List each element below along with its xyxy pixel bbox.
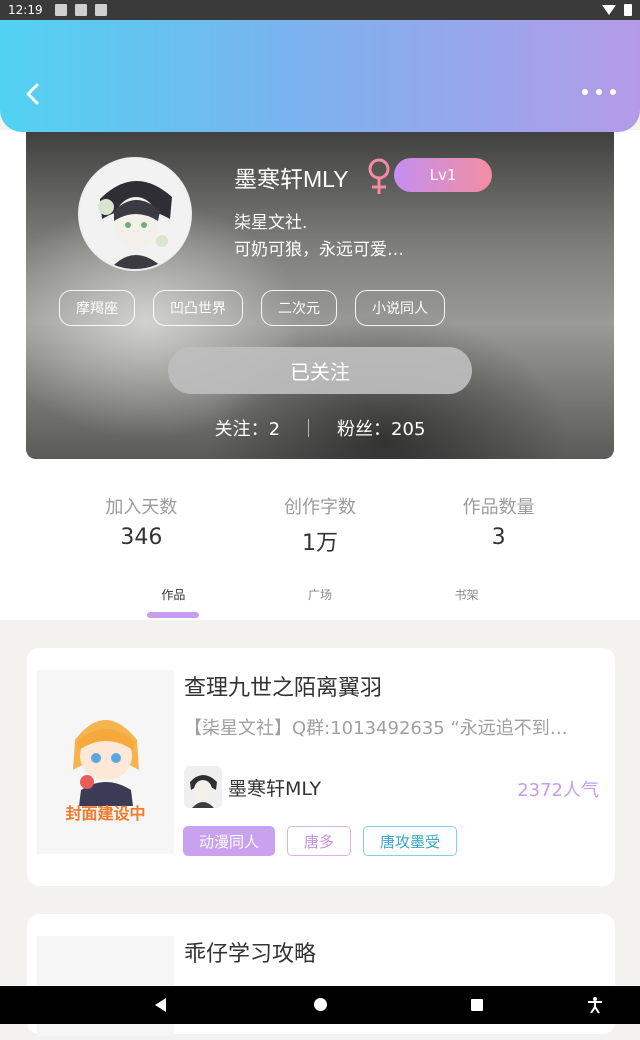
stat-value: 3 [491,525,506,550]
nav-back-icon[interactable] [155,998,166,1012]
profile-card: 墨寒轩MLY Lv1 柒星文社. 可奶可狼，永远可爱… 摩羯座 凹凸世界 二次元… [26,120,614,459]
stat-join-days: 加入天数 346 [52,459,231,581]
nav-home-icon[interactable] [314,998,327,1011]
bio-line: 可奶可狼，永远可爱… [234,240,404,260]
stat-label: 加入天数 [105,497,178,518]
status-time: 12:19 [8,3,43,17]
work-author[interactable]: 墨寒轩MLY [184,766,321,808]
work-tag[interactable]: 唐多 [287,826,352,856]
work-cover[interactable]: 封面建设中 [37,670,174,854]
work-tags: 动漫同人 唐多 唐攻墨受 [183,826,458,856]
stat-value: 346 [120,525,163,550]
follow-button[interactable]: 已关注 [168,347,472,394]
work-tag[interactable]: 动漫同人 [183,826,276,856]
more-options-button[interactable] [582,84,616,100]
profile-tags: 摩羯座 凹凸世界 二次元 小说同人 [59,290,445,326]
nav-recents-icon[interactable] [471,999,483,1011]
stat-works-count: 作品数量 3 [409,459,588,581]
profile-tag[interactable]: 摩羯座 [59,290,135,326]
author-name: 墨寒轩MLY [228,777,322,800]
avatar-image [80,159,190,269]
work-tag[interactable]: 唐攻墨受 [363,826,458,856]
tab-works[interactable]: 作品 [100,584,247,620]
active-tab-indicator [147,612,200,618]
user-nickname: 墨寒轩MLY [234,166,349,192]
chevron-left-icon [26,83,39,105]
tab-label: 广场 [308,588,333,602]
user-avatar[interactable] [78,157,192,271]
work-title[interactable]: 乖仔学习攻略 [184,936,316,968]
status-bar: 12:19 [0,0,640,20]
tab-bookshelf[interactable]: 书架 [393,584,540,620]
following-count[interactable]: 关注：2 [215,415,280,441]
more-dot-icon [582,89,588,95]
back-button[interactable] [22,82,46,106]
work-description: 【柒星文社】Q群:1013492635 “永远追不到… [184,718,568,739]
gallery-notification-icon [54,4,67,16]
content-tabs: 作品 广场 书架 [100,584,540,620]
popularity-count: 2372人气 [517,780,599,801]
accessibility-icon[interactable] [586,996,604,1014]
tab-label: 作品 [161,588,186,602]
more-dot-icon [610,89,616,95]
battery-icon [624,4,632,16]
stat-value: 1万 [302,531,338,556]
follow-counts: 关注：2 粉丝：205 [26,415,614,441]
author-avatar [184,766,222,808]
fans-count[interactable]: 粉丝：205 [337,415,425,441]
user-bio: 柒星文社. 可奶可狼，永远可爱… [234,210,404,264]
work-title[interactable]: 查理九世之陌离翼羽 [184,670,382,702]
notification-icon-2 [94,4,107,16]
divider [308,419,310,437]
tab-label: 书架 [454,588,479,602]
level-badge: Lv1 [394,158,492,192]
cover-placeholder-text: 封面建设中 [65,804,146,823]
bio-line: 柒星文社. [234,213,308,233]
stat-label: 作品数量 [462,497,535,518]
tab-plaza[interactable]: 广场 [247,584,394,620]
stat-word-count: 创作字数 1万 [231,459,410,581]
profile-tag[interactable]: 小说同人 [355,290,445,326]
top-header [0,20,640,132]
work-card[interactable]: 封面建设中 查理九世之陌离翼羽 【柒星文社】Q群:1013492635 “永远追… [27,648,615,886]
user-stats: 加入天数 346 创作字数 1万 作品数量 3 [52,459,588,581]
notification-icon [74,4,87,16]
more-dot-icon [596,89,602,95]
cover-placeholder-image [37,670,174,854]
profile-tag[interactable]: 凹凸世界 [153,290,243,326]
wifi-icon [602,5,616,15]
system-navigation-bar [0,986,640,1024]
profile-tag[interactable]: 二次元 [261,290,337,326]
female-gender-icon [368,158,390,194]
stat-label: 创作字数 [284,497,356,518]
